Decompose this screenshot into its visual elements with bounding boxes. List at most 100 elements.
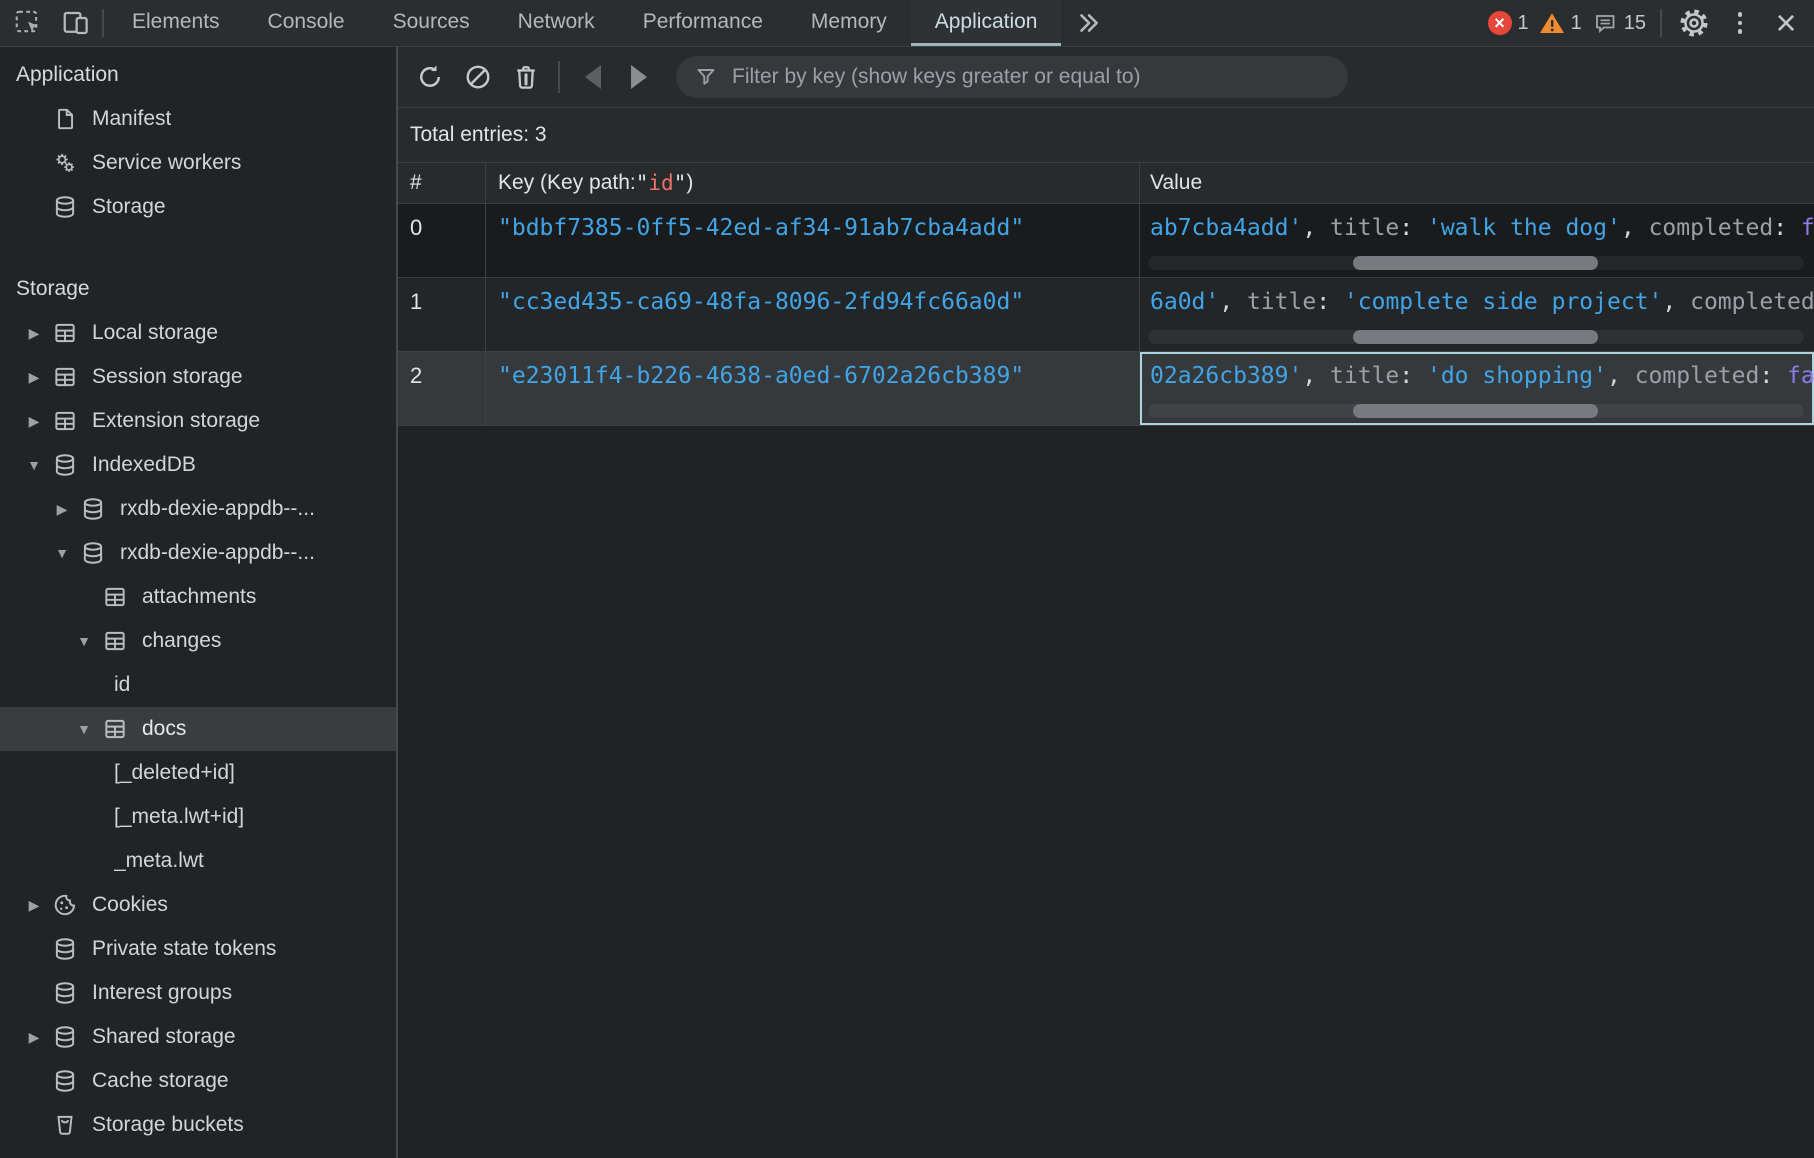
tab-network[interactable]: Network — [494, 0, 619, 46]
tab-sources[interactable]: Sources — [369, 0, 494, 46]
key-cell[interactable]: "bdbf7385-0ff5-42ed-af34-91ab7cba4add" — [486, 204, 1140, 277]
error-icon: × — [1488, 11, 1512, 35]
warning-icon — [1539, 11, 1565, 35]
value-scrollbar-thumb[interactable] — [1353, 404, 1598, 418]
sidebar-item-id[interactable]: id — [0, 663, 396, 707]
sidebar-item-indexeddb[interactable]: ▼ IndexedDB — [0, 443, 396, 487]
error-badge[interactable]: × 1 — [1488, 11, 1529, 35]
sidebar-item-attachments[interactable]: attachments — [0, 575, 396, 619]
row-index-cell: 0 — [398, 204, 486, 277]
datagrid-header: # Key (Key path: "id") Value — [398, 163, 1814, 204]
value-scrollbar-thumb[interactable] — [1353, 330, 1598, 344]
value-cell[interactable]: 6a0d', title: 'complete side project', c… — [1140, 278, 1814, 351]
chevron-right-icon[interactable]: ▶ — [16, 325, 52, 342]
bucket-icon — [52, 1112, 78, 1138]
chevron-right-icon[interactable]: ▶ — [44, 501, 80, 518]
next-page-button[interactable] — [622, 60, 656, 94]
chevron-down-icon[interactable]: ▼ — [66, 633, 102, 649]
table-icon — [52, 408, 78, 434]
refresh-button[interactable] — [410, 57, 450, 97]
chevron-right-icon[interactable]: ▶ — [16, 897, 52, 914]
sidebar-item-service-workers[interactable]: Service workers — [0, 141, 396, 185]
sidebar-item-manifest[interactable]: Manifest — [0, 97, 396, 141]
table-icon — [52, 320, 78, 346]
application-sidebar: Application Manifest Service workers Sto… — [0, 47, 398, 1158]
sidebar-item-session-storage[interactable]: ▶ Session storage — [0, 355, 396, 399]
sidebar-item-shared-storage[interactable]: ▶ Shared storage — [0, 1015, 396, 1059]
column-header-key: Key (Key path: "id") — [486, 163, 1140, 203]
warning-badge[interactable]: 1 — [1539, 11, 1582, 35]
key-cell[interactable]: "cc3ed435-ca69-48fa-8096-2fd94fc66a0d" — [486, 278, 1140, 351]
sidebar-item-extension-storage[interactable]: ▶ Extension storage — [0, 399, 396, 443]
table-row[interactable]: 0 "bdbf7385-0ff5-42ed-af34-91ab7cba4add"… — [398, 204, 1814, 278]
sidebar-item-docs[interactable]: ▼ docs — [0, 707, 396, 751]
messages-badge[interactable]: 15 — [1592, 11, 1646, 35]
tab-performance[interactable]: Performance — [619, 0, 787, 46]
tab-memory[interactable]: Memory — [787, 0, 911, 46]
tab-elements[interactable]: Elements — [108, 0, 244, 46]
chevron-down-icon[interactable]: ▼ — [44, 545, 80, 561]
value-cell[interactable]: ab7cba4add', title: 'walk the dog', comp… — [1140, 204, 1814, 277]
previous-page-button[interactable] — [576, 60, 610, 94]
table-row[interactable]: 2 "e23011f4-b226-4638-a0ed-6702a26cb389"… — [398, 352, 1814, 426]
sidebar-item-rxdb-dexie-appdb[interactable]: ▶ rxdb-dexie-appdb--... — [0, 487, 396, 531]
sidebar-item-private-state-tokens[interactable]: Private state tokens — [0, 927, 396, 971]
sidebar-item-deleted-id[interactable]: [_deleted+id] — [0, 751, 396, 795]
inspect-element-icon[interactable] — [12, 7, 44, 39]
filter-by-key-input[interactable] — [730, 64, 1330, 90]
sidebar-item-changes[interactable]: ▼ changes — [0, 619, 396, 663]
toolbar-separator — [558, 61, 560, 93]
filter-funnel-icon — [694, 65, 718, 89]
cookie-icon — [52, 892, 78, 918]
database-icon — [52, 980, 78, 1006]
object-store-toolbar — [398, 47, 1814, 108]
error-count: 1 — [1518, 12, 1529, 35]
value-scrollbar — [1148, 330, 1804, 344]
panel-tabs: ElementsConsoleSourcesNetworkPerformance… — [108, 0, 1061, 46]
close-icon[interactable]: × — [1768, 5, 1804, 41]
sidebar-item-cookies[interactable]: ▶ Cookies — [0, 883, 396, 927]
database-icon — [80, 496, 106, 522]
sidebar-section-application: Application — [0, 53, 396, 97]
customize-menu-icon[interactable] — [1722, 5, 1758, 41]
settings-gear-icon[interactable] — [1676, 5, 1712, 41]
chevron-right-icon[interactable]: ▶ — [16, 413, 52, 430]
database-icon — [52, 1068, 78, 1094]
chevron-right-icon[interactable]: ▶ — [16, 369, 52, 386]
sidebar-item-rxdb-dexie-appdb[interactable]: ▼ rxdb-dexie-appdb--... — [0, 531, 396, 575]
value-scrollbar-thumb[interactable] — [1353, 256, 1598, 270]
value-cell[interactable]: 02a26cb389', title: 'do shopping', compl… — [1140, 352, 1814, 425]
sidebar-item-storage-buckets[interactable]: Storage buckets — [0, 1103, 396, 1147]
row-index-cell: 1 — [398, 278, 486, 351]
value-scrollbar — [1148, 404, 1804, 418]
tab-application[interactable]: Application — [911, 0, 1062, 46]
key-cell[interactable]: "e23011f4-b226-4638-a0ed-6702a26cb389" — [486, 352, 1140, 425]
total-entries-row: Total entries: 3 — [398, 108, 1814, 163]
value-preview: ab7cba4add', title: 'walk the dog', comp… — [1150, 215, 1814, 241]
tab-console[interactable]: Console — [244, 0, 369, 46]
sidebar-item-meta-lwt[interactable]: _meta.lwt — [0, 839, 396, 883]
clear-object-store-button[interactable] — [458, 57, 498, 97]
more-tabs-button[interactable] — [1061, 0, 1115, 46]
table-icon — [102, 628, 128, 654]
total-entries-label: Total entries: 3 — [410, 123, 547, 147]
database-icon — [52, 1024, 78, 1050]
table-icon — [102, 584, 128, 610]
chevron-right-icon[interactable]: ▶ — [16, 1029, 52, 1046]
toggle-device-toolbar-icon[interactable] — [60, 7, 92, 39]
chevron-down-icon[interactable]: ▼ — [66, 721, 102, 737]
devtools-tabbar: ElementsConsoleSourcesNetworkPerformance… — [0, 0, 1814, 47]
value-preview: 02a26cb389', title: 'do shopping', compl… — [1150, 363, 1814, 389]
sidebar-item-meta-lwt-id[interactable]: [_meta.lwt+id] — [0, 795, 396, 839]
delete-selected-button[interactable] — [506, 57, 546, 97]
sidebar-item-interest-groups[interactable]: Interest groups — [0, 971, 396, 1015]
table-icon — [102, 716, 128, 742]
table-row[interactable]: 1 "cc3ed435-ca69-48fa-8096-2fd94fc66a0d"… — [398, 278, 1814, 352]
sidebar-item-storage[interactable]: Storage — [0, 185, 396, 229]
database-icon — [52, 194, 78, 220]
entries-datagrid: # Key (Key path: "id") Value 0 "bdbf7385… — [398, 163, 1814, 426]
chevron-down-icon[interactable]: ▼ — [16, 457, 52, 473]
sidebar-item-cache-storage[interactable]: Cache storage — [0, 1059, 396, 1103]
devtools-window: ElementsConsoleSourcesNetworkPerformance… — [0, 0, 1814, 1158]
sidebar-item-local-storage[interactable]: ▶ Local storage — [0, 311, 396, 355]
